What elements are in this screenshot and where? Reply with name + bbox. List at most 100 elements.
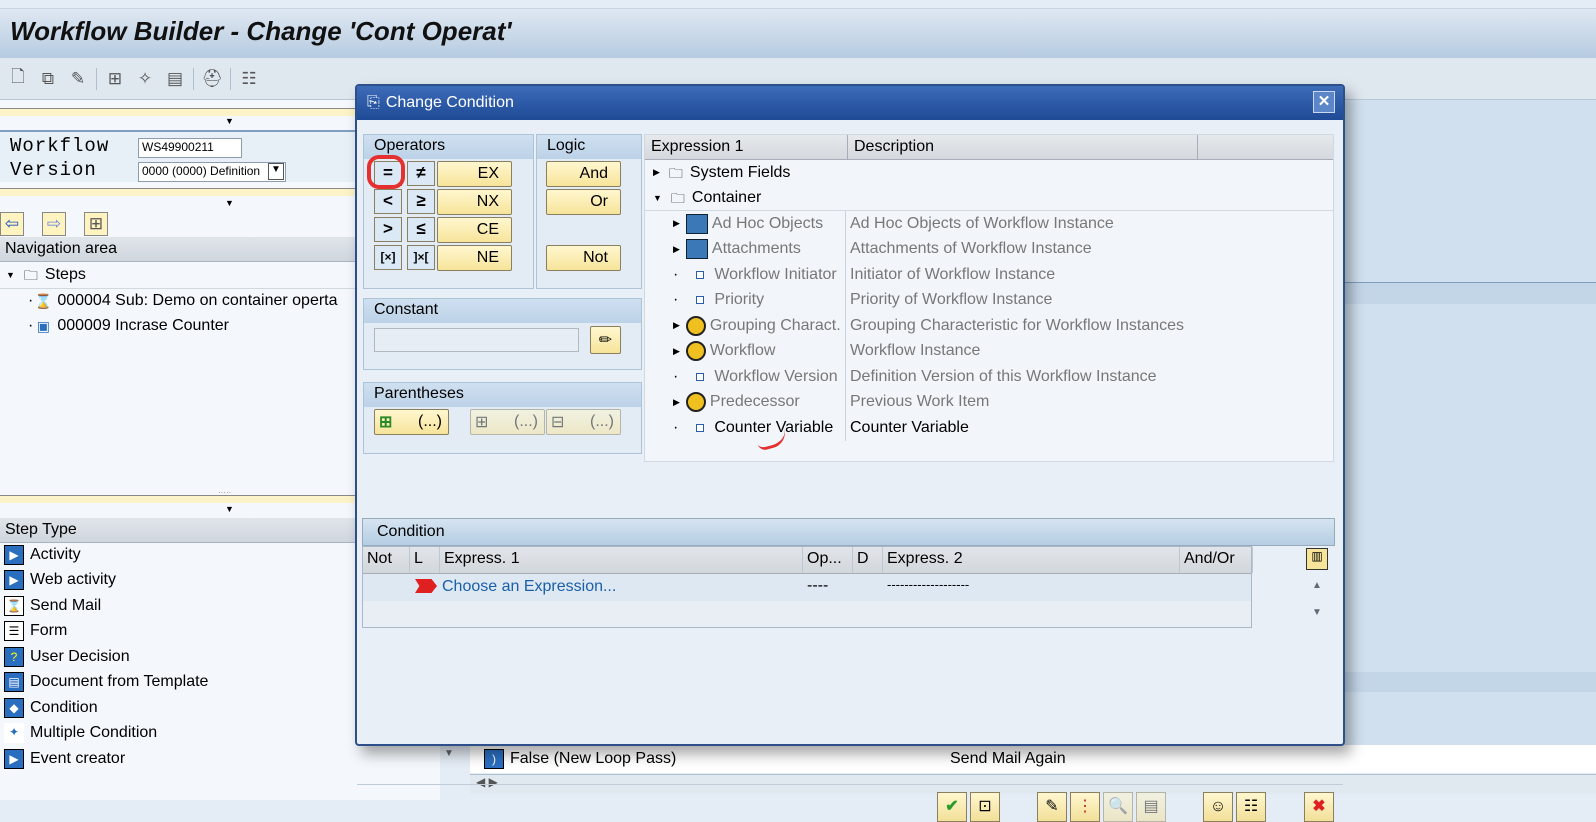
column-settings-icon[interactable]: ▥: [1306, 548, 1328, 570]
expression-name: Predecessor: [709, 393, 800, 411]
not-button[interactable]: Not: [546, 245, 621, 271]
tree-label: System Fields: [689, 163, 791, 181]
or-button[interactable]: Or: [546, 189, 621, 215]
less-equal-operator-button[interactable]: ≤: [407, 217, 435, 242]
hat-icon[interactable]: ⛑: [200, 67, 224, 91]
expression-item[interactable]: ▶ Attachments Attachments of Workflow Inst…: [645, 236, 1333, 262]
hierarchy-icon[interactable]: ⊞: [103, 67, 127, 91]
expression-item[interactable]: · Priority Priority of Workflow Instance: [645, 287, 1333, 313]
step-label: Document from Template: [30, 673, 209, 691]
expression-item[interactable]: ▶ Ad Hoc Objects Ad Hoc Objects of Workflo…: [645, 211, 1333, 237]
ne-operator-button[interactable]: NE: [437, 245, 512, 271]
expression-item[interactable]: ▶ Predecessor Previous Work Item: [645, 389, 1333, 415]
nx-operator-button[interactable]: NX: [437, 189, 512, 215]
condition-row[interactable]: Choose an Expression... ---- -----------…: [363, 574, 1251, 601]
column-express-1[interactable]: Express. 1: [440, 547, 803, 573]
column-description[interactable]: Description: [848, 135, 1198, 159]
folder-icon: 🗀: [668, 164, 683, 181]
column-expression-1[interactable]: Expression 1: [645, 135, 848, 159]
expression-2-cell[interactable]: -------------------: [887, 577, 969, 592]
cancel-button[interactable]: ✖: [1304, 792, 1334, 822]
tree-node-system-fields[interactable]: ▶ 🗀 System Fields: [645, 160, 1333, 186]
add-icon: ⊞: [475, 414, 489, 431]
expression-description: Attachments of Workflow Instance: [850, 240, 1092, 258]
dropdown-icon[interactable]: [26, 212, 40, 236]
change-condition-dialog: ⎘ Change Condition ✕ Operators = ≠ < ≥ > …: [355, 84, 1345, 822]
check-button[interactable]: ⊡: [970, 792, 1000, 822]
overview-icon[interactable]: ⊞: [84, 212, 108, 236]
field-icon: [696, 270, 705, 279]
collapse-icon[interactable]: ▼: [225, 198, 234, 208]
add-parentheses-button[interactable]: ⊞ (...): [470, 409, 545, 435]
step-type-event-creator[interactable]: ▶ Event creator: [0, 746, 440, 772]
column-not[interactable]: Not: [363, 547, 410, 573]
expression-name: Grouping Charact.: [709, 316, 841, 334]
document-button[interactable]: ▤: [1136, 792, 1166, 822]
field-icon: [696, 372, 705, 381]
new-icon[interactable]: 🗋: [6, 67, 30, 91]
column-l[interactable]: L: [410, 547, 440, 573]
step-label: Form: [30, 622, 68, 640]
less-than-operator-button[interactable]: <: [374, 189, 402, 214]
print-icon[interactable]: ▤: [163, 67, 187, 91]
confirm-button[interactable]: ✔: [937, 792, 967, 822]
expression-name: Attachments: [711, 240, 801, 258]
step-label: Web activity: [30, 571, 116, 589]
list-button[interactable]: ☷: [1236, 792, 1266, 822]
back-arrow-icon[interactable]: ⇦: [0, 212, 24, 236]
object-icon: [685, 392, 706, 413]
expression-description: Ad Hoc Objects of Workflow Instance: [850, 214, 1114, 232]
pencil-button[interactable]: ✏: [590, 326, 621, 354]
help-button[interactable]: ☺: [1203, 792, 1233, 822]
event-icon: ): [484, 749, 504, 769]
operator-cell[interactable]: ----: [807, 577, 828, 595]
chevron-down-icon[interactable]: ▼: [268, 163, 284, 180]
workflow-input[interactable]: WS49900211: [138, 138, 242, 158]
find-button[interactable]: 🔍: [1103, 792, 1133, 822]
step-label: Condition: [30, 698, 98, 716]
column-operator[interactable]: Op...: [803, 547, 853, 573]
ex-operator-button[interactable]: EX: [437, 161, 512, 187]
edit-button[interactable]: ✎: [1037, 792, 1067, 822]
expression-description: Workflow Instance: [850, 342, 981, 360]
choose-expression-link[interactable]: Choose an Expression...: [442, 578, 616, 596]
expression-item[interactable]: · Counter Variable Counter Variable: [645, 415, 1333, 441]
insert-parentheses-button[interactable]: ⊞ (...): [374, 409, 449, 435]
expression-item[interactable]: ▶ Grouping Charact. Grouping Characteristi…: [645, 313, 1333, 339]
greater-than-operator-button[interactable]: >: [374, 217, 402, 242]
column-and-or[interactable]: And/Or: [1180, 547, 1253, 573]
separator: [230, 67, 231, 90]
version-select[interactable]: 0000 (0000) Definition ▼: [138, 162, 286, 182]
in-range-operator-button[interactable]: [×]: [374, 245, 402, 270]
expression-item[interactable]: ▶ Workflow Workflow Instance: [645, 338, 1333, 364]
greater-equal-operator-button[interactable]: ≥: [407, 189, 435, 214]
expression-item[interactable]: · Workflow Version Definition Version of t…: [645, 364, 1333, 390]
column-express-2[interactable]: Express. 2: [883, 547, 1180, 573]
out-of-range-operator-button[interactable]: ]×[: [407, 245, 435, 270]
scroll-down-icon[interactable]: ▼: [1304, 600, 1330, 626]
collapse-icon[interactable]: ▼: [225, 504, 234, 514]
tree-node-container[interactable]: ▼ 🗀 Container: [645, 186, 1333, 211]
list-icon[interactable]: ☷: [237, 67, 261, 91]
ce-operator-button[interactable]: CE: [437, 217, 512, 243]
not-equal-operator-button[interactable]: ≠: [407, 161, 435, 186]
and-button[interactable]: And: [546, 161, 621, 187]
constant-input[interactable]: [374, 328, 579, 352]
wizard-icon[interactable]: ✧: [133, 67, 157, 91]
edit-icon[interactable]: ✎: [66, 67, 90, 91]
close-button[interactable]: ✕: [1313, 91, 1335, 113]
dropdown-icon[interactable]: [68, 212, 82, 236]
column-d[interactable]: D: [853, 547, 883, 573]
condition-table: Not L Express. 1 Op... D Express. 2 And/…: [362, 546, 1253, 628]
collapse-icon[interactable]: ▼: [225, 116, 234, 126]
forward-arrow-icon[interactable]: ⇨: [42, 212, 66, 236]
expression-item[interactable]: · Workflow Initiator Initiator of Workflow…: [645, 262, 1333, 288]
step-label: Activity: [30, 545, 81, 563]
remove-parentheses-button[interactable]: ⊟ (...): [546, 409, 621, 435]
logic-title: Logic: [537, 135, 641, 159]
copy-icon[interactable]: ⧉: [36, 67, 60, 91]
trace-button[interactable]: ⋮: [1070, 792, 1100, 822]
scroll-down-icon[interactable]: ▼: [444, 748, 454, 759]
scroll-up-icon[interactable]: ▲: [1304, 573, 1330, 599]
outcome-row[interactable]: ) False (New Loop Pass) Send Mail Again: [470, 745, 1596, 773]
